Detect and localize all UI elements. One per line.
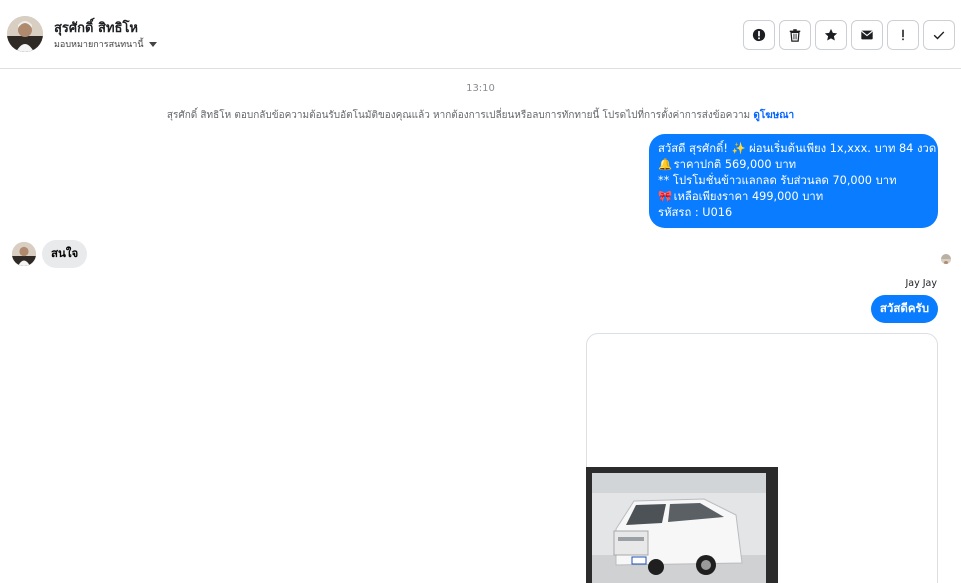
trash-icon	[789, 29, 801, 42]
mark-important-button[interactable]	[887, 20, 919, 50]
bell-icon: 🔔	[658, 158, 673, 171]
auto-reply-notice: สุรศักดิ์ สิทธิโห ตอบกลับข้อความต้อนรับอ…	[0, 108, 961, 123]
notice-text: สุรศักดิ์ สิทธิโห ตอบกลับข้อความต้อนรับอ…	[166, 110, 751, 121]
outgoing-message-bubble[interactable]: สวัสดีครับ	[870, 295, 938, 323]
mark-unread-button[interactable]	[851, 20, 883, 50]
read-receipt-avatar	[941, 254, 951, 264]
envelope-icon	[861, 30, 873, 40]
van-image[interactable]	[586, 467, 778, 583]
incoming-message-row: สนใจ	[12, 240, 88, 268]
incoming-message-bubble[interactable]: สนใจ	[42, 240, 88, 268]
contact-avatar-small[interactable]	[12, 242, 36, 266]
star-button[interactable]	[815, 20, 847, 50]
message-line: รหัสรถ : U016	[658, 206, 733, 219]
caret-down-icon	[148, 41, 157, 47]
exclamation-icon	[902, 29, 904, 41]
contact-avatar[interactable]	[7, 16, 43, 52]
view-ad-link[interactable]: ดูโฆษณา	[753, 110, 794, 121]
check-icon	[933, 31, 945, 40]
message-line: สวัสดี สุรศักดิ์! ✨ ผ่อนเริ่มต้นเพียง 1x…	[658, 142, 937, 155]
outgoing-message-bubble[interactable]: สวัสดี สุรศักดิ์! ✨ ผ่อนเริ่มต้นเพียง 1x…	[649, 134, 938, 228]
message-line-text: เหลือเพียงราคา 499,000 บาท	[670, 190, 824, 203]
report-button[interactable]	[743, 20, 775, 50]
sender-name: Jay Jay	[905, 278, 937, 289]
mark-done-button[interactable]	[923, 20, 955, 50]
message-line-text: ราคาปกติ 569,000 บาท	[670, 158, 797, 171]
delete-button[interactable]	[779, 20, 811, 50]
message-timestamp: 13:10	[466, 83, 495, 94]
assign-conversation-dropdown[interactable]: มอบหมายการสนทนานี้	[54, 37, 157, 51]
message-line: ** โปรโมชั่นข้าวแลกลด รับส่วนลด 70,000 บ…	[658, 174, 897, 187]
message-line: 🎀 เหลือเพียงราคา 499,000 บาท	[658, 189, 930, 205]
alert-circle-icon	[752, 28, 766, 42]
header-actions	[743, 20, 955, 50]
contact-name: สุรศักดิ์ สิทธิโห	[54, 21, 138, 36]
assign-label: มอบหมายการสนทนานี้	[54, 40, 144, 50]
star-icon	[824, 28, 838, 41]
message-line: 🔔 ราคาปกติ 569,000 บาท	[658, 157, 930, 173]
ribbon-icon: 🎀	[658, 190, 673, 203]
conversation-header: สุรศักดิ์ สิทธิโห มอบหมายการสนทนานี้	[0, 0, 961, 69]
